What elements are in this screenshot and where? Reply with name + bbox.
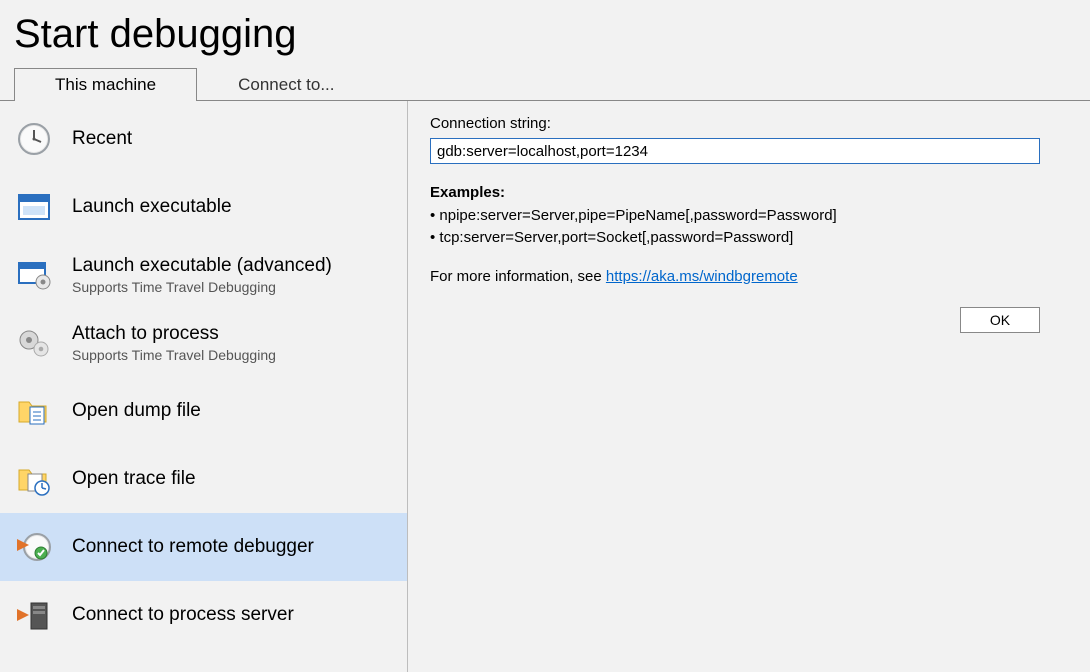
examples-block: Examples: • npipe:server=Server,pipe=Pip… (430, 182, 1068, 250)
sidebar-item-sub: Supports Time Travel Debugging (72, 279, 332, 295)
sidebar-item-attach-to-process[interactable]: Attach to process Supports Time Travel D… (0, 309, 407, 377)
sidebar-item-label: Connect to process server (72, 604, 294, 626)
sidebar-item-sub: Supports Time Travel Debugging (72, 347, 276, 363)
sidebar-item-launch-executable-advanced[interactable]: Launch executable (advanced) Supports Ti… (0, 241, 407, 309)
clock-icon (14, 119, 54, 159)
window-gear-icon (14, 255, 54, 295)
sidebar-item-label: Attach to process (72, 323, 276, 345)
remote-debugger-icon (14, 527, 54, 567)
detail-panel: Connection string: Examples: • npipe:ser… (408, 101, 1090, 672)
server-arrow-icon (14, 595, 54, 635)
page-title: Start debugging (14, 12, 1090, 57)
sidebar: Recent Launch executable (0, 101, 408, 672)
chip-arrow-icon (14, 663, 54, 672)
gears-icon (14, 323, 54, 363)
sidebar-item-label: Launch executable (72, 196, 232, 218)
window-icon (14, 187, 54, 227)
sidebar-item-attach-kernel[interactable]: Attach to kernel (0, 649, 407, 672)
folder-clock-icon (14, 459, 54, 499)
more-info-link[interactable]: https://aka.ms/windbgremote (606, 268, 798, 285)
sidebar-item-label: Launch executable (advanced) (72, 255, 332, 277)
sidebar-item-label: Recent (72, 128, 132, 150)
sidebar-item-connect-process-server[interactable]: Connect to process server (0, 581, 407, 649)
sidebar-item-label: Open dump file (72, 400, 201, 422)
sidebar-item-open-dump-file[interactable]: Open dump file (0, 377, 407, 445)
connection-string-label: Connection string: (430, 115, 1068, 132)
example-line: • npipe:server=Server,pipe=PipeName[,pas… (430, 207, 837, 224)
tab-this-machine[interactable]: This machine (14, 68, 197, 101)
more-info-prefix: For more information, see (430, 268, 606, 285)
more-info-line: For more information, see https://aka.ms… (430, 268, 1068, 285)
sidebar-item-label: Open trace file (72, 468, 196, 490)
example-line: • tcp:server=Server,port=Socket[,passwor… (430, 229, 793, 246)
tabs: This machine Connect to... (14, 67, 1090, 100)
examples-heading: Examples: (430, 184, 505, 201)
tab-connect-to[interactable]: Connect to... (197, 68, 375, 101)
sidebar-item-label: Connect to remote debugger (72, 536, 314, 558)
connection-string-input[interactable] (430, 138, 1040, 164)
folder-file-icon (14, 391, 54, 431)
sidebar-item-connect-remote-debugger[interactable]: Connect to remote debugger (0, 513, 407, 581)
ok-button[interactable]: OK (960, 307, 1040, 333)
sidebar-item-launch-executable[interactable]: Launch executable (0, 173, 407, 241)
sidebar-item-recent[interactable]: Recent (0, 105, 407, 173)
sidebar-item-open-trace-file[interactable]: Open trace file (0, 445, 407, 513)
